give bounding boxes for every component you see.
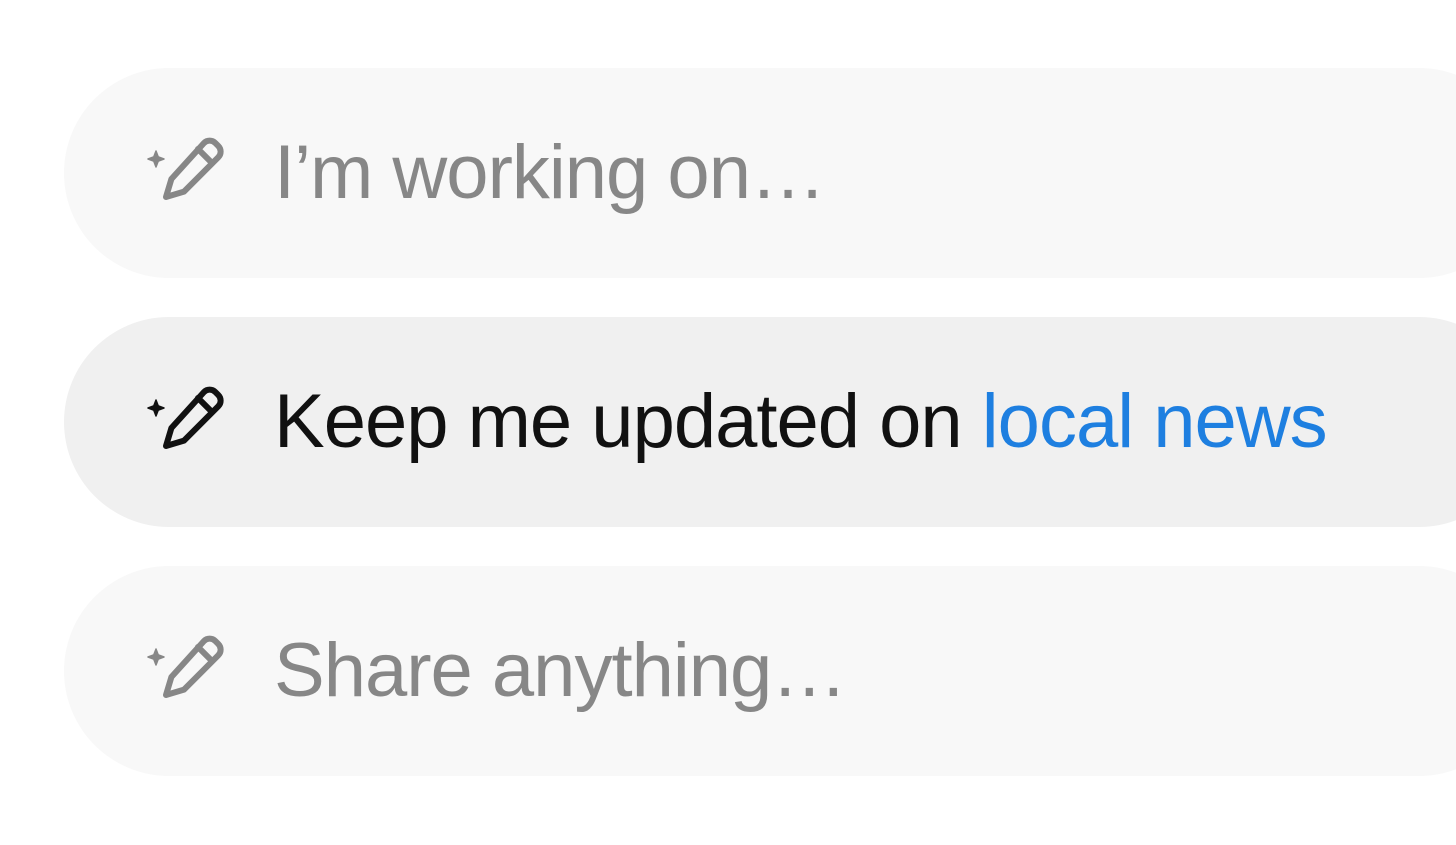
prompt-input-local-news[interactable]: Keep me updated on local news — [64, 317, 1456, 527]
prompt-text: I’m working on… — [274, 130, 826, 215]
prompt-text: Keep me updated on local news — [274, 384, 1328, 460]
sparkle-pencil-icon — [146, 131, 230, 215]
prompt-suggestions: I’m working on… Keep me updated on local… — [0, 0, 1456, 845]
prompt-input-working-on[interactable]: I’m working on… — [64, 68, 1456, 278]
prompt-text-prefix: Keep me updated on — [274, 379, 982, 464]
prompt-input-share-anything[interactable]: Share anything… — [64, 566, 1456, 776]
sparkle-pencil-icon — [146, 629, 230, 713]
sparkle-pencil-icon — [146, 380, 230, 464]
prompt-text: Share anything… — [274, 628, 847, 713]
prompt-highlight-local-news[interactable]: local news — [982, 379, 1328, 464]
